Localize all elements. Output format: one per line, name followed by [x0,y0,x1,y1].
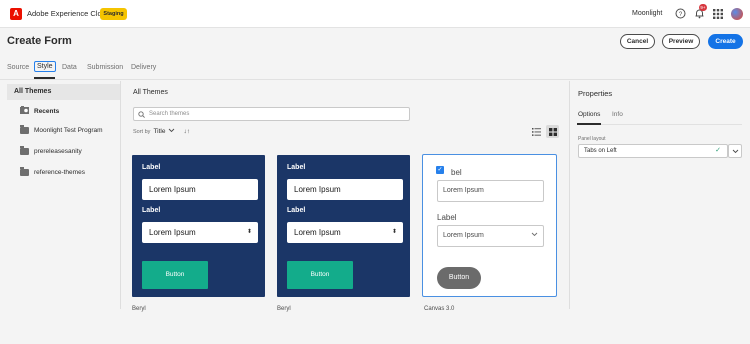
tab-submission[interactable]: Submission [87,64,123,71]
sidebar-item-prereleasesanity[interactable]: prereleasesanity [20,146,82,155]
sidebar-item-label: reference-themes [34,169,85,176]
select-arrows-icon: ⬍ [391,229,397,235]
search-input[interactable]: Search themes [133,107,410,121]
card-select-value: Lorem Ipsum [294,228,341,237]
folder-icon [20,125,29,134]
svg-text:?: ? [679,12,683,18]
panel-layout-select[interactable]: Tabs on Left ✓ [578,144,728,158]
sidebar-item-reference-themes[interactable]: reference-themes [20,167,85,176]
panel-layout-label: Panel layout [578,136,606,142]
card-button-preview: Button [142,261,208,289]
active-tab-indicator [577,123,601,125]
card-input-preview: Lorem Ipsum [287,179,403,200]
folder-icon [20,167,29,176]
selected-checkbox[interactable]: ✓ [436,166,444,174]
theme-card-name: Canvas 3.0 [424,306,455,312]
active-tab-indicator [34,77,55,79]
cancel-button[interactable]: Cancel [620,34,655,49]
page-title: Create Form [7,35,72,47]
app-name[interactable]: Adobe Experience Cloud [27,9,110,18]
center-title: All Themes [133,89,168,96]
sidebar-item-moonlight-test-program[interactable]: Moonlight Test Program [20,125,103,134]
theme-card-name: Beryl [132,306,146,312]
card-label: bel [451,168,462,177]
tab-delivery[interactable]: Delivery [131,64,156,71]
sort-select[interactable]: Title [153,128,165,135]
card-select-preview: Lorem Ipsum ⬍ [142,222,258,243]
search-placeholder: Search themes [149,111,190,117]
tab-info[interactable]: Info [612,111,623,118]
card-label: Label [142,207,161,214]
tab-options[interactable]: Options [578,111,600,118]
card-label: Label [287,164,306,171]
adobe-logo[interactable]: A [10,8,22,20]
select-arrows-icon: ⬍ [246,229,252,235]
top-bar: A Adobe Experience Cloud Staging Moonlig… [0,0,750,28]
card-select-value: Lorem Ipsum [443,232,484,239]
panel-layout-value: Tabs on Left [584,148,617,154]
properties-tabs-divider [577,124,742,125]
tab-style[interactable]: Style [34,61,56,72]
card-label: Label [142,164,161,171]
sort-order-icon[interactable]: ↓↑ [183,128,190,135]
card-select-preview: Lorem Ipsum [437,225,544,247]
chevron-down-icon[interactable] [168,128,175,135]
sidebar-item-all-themes[interactable]: All Themes [7,84,120,100]
tab-source[interactable]: Source [7,64,29,71]
apps-grid-icon[interactable] [711,7,724,20]
card-button-preview: Button [437,267,481,289]
step-tabs: Source Style Data Submission Delivery [0,58,750,80]
create-button[interactable]: Create [708,34,743,49]
card-button-preview: Button [287,261,353,289]
theme-card-name: Beryl [277,306,291,312]
card-input-preview: Lorem Ipsum [142,179,258,200]
user-avatar[interactable] [731,8,743,20]
org-switcher[interactable]: Moonlight [632,10,662,17]
list-view-icon[interactable] [530,125,543,138]
sidebar-item-recents[interactable]: Recents [20,106,59,116]
chevron-down-icon[interactable] [728,144,742,158]
theme-card-beryl[interactable]: Label Lorem Ipsum Label Lorem Ipsum ⬍ Bu… [277,155,410,297]
card-label: Label [287,207,306,214]
sidebar-item-label: Moonlight Test Program [34,127,103,134]
grid-view-icon[interactable] [546,125,559,138]
checkmark-icon: ✓ [715,147,721,154]
sort-label: Sort by [133,128,151,135]
properties-title: Properties [578,89,613,98]
card-label: Label [437,213,457,222]
sidebar-item-label: prereleasesanity [34,148,82,155]
preview-button[interactable]: Preview [662,34,700,49]
sidebar-item-label: Recents [34,107,60,115]
sort-control: Sort by Title ↓↑ [133,128,190,135]
help-icon[interactable]: ? [674,7,687,20]
card-input-preview: Lorem Ipsum [437,180,544,202]
folder-icon [20,146,29,155]
chevron-down-icon [531,226,538,246]
card-select-value: Lorem Ipsum [149,228,196,237]
theme-card-canvas[interactable]: ✓ bel Lorem Ipsum Label Lorem Ipsum Butt… [422,154,557,297]
environment-badge: Staging [100,8,127,20]
recents-icon [20,106,29,116]
card-select-preview: Lorem Ipsum ⬍ [287,222,403,243]
notification-count: 9+ [699,4,707,11]
tab-data[interactable]: Data [62,64,77,71]
theme-card-beryl[interactable]: Label Lorem Ipsum Label Lorem Ipsum ⬍ Bu… [132,155,265,297]
search-icon [138,111,145,120]
